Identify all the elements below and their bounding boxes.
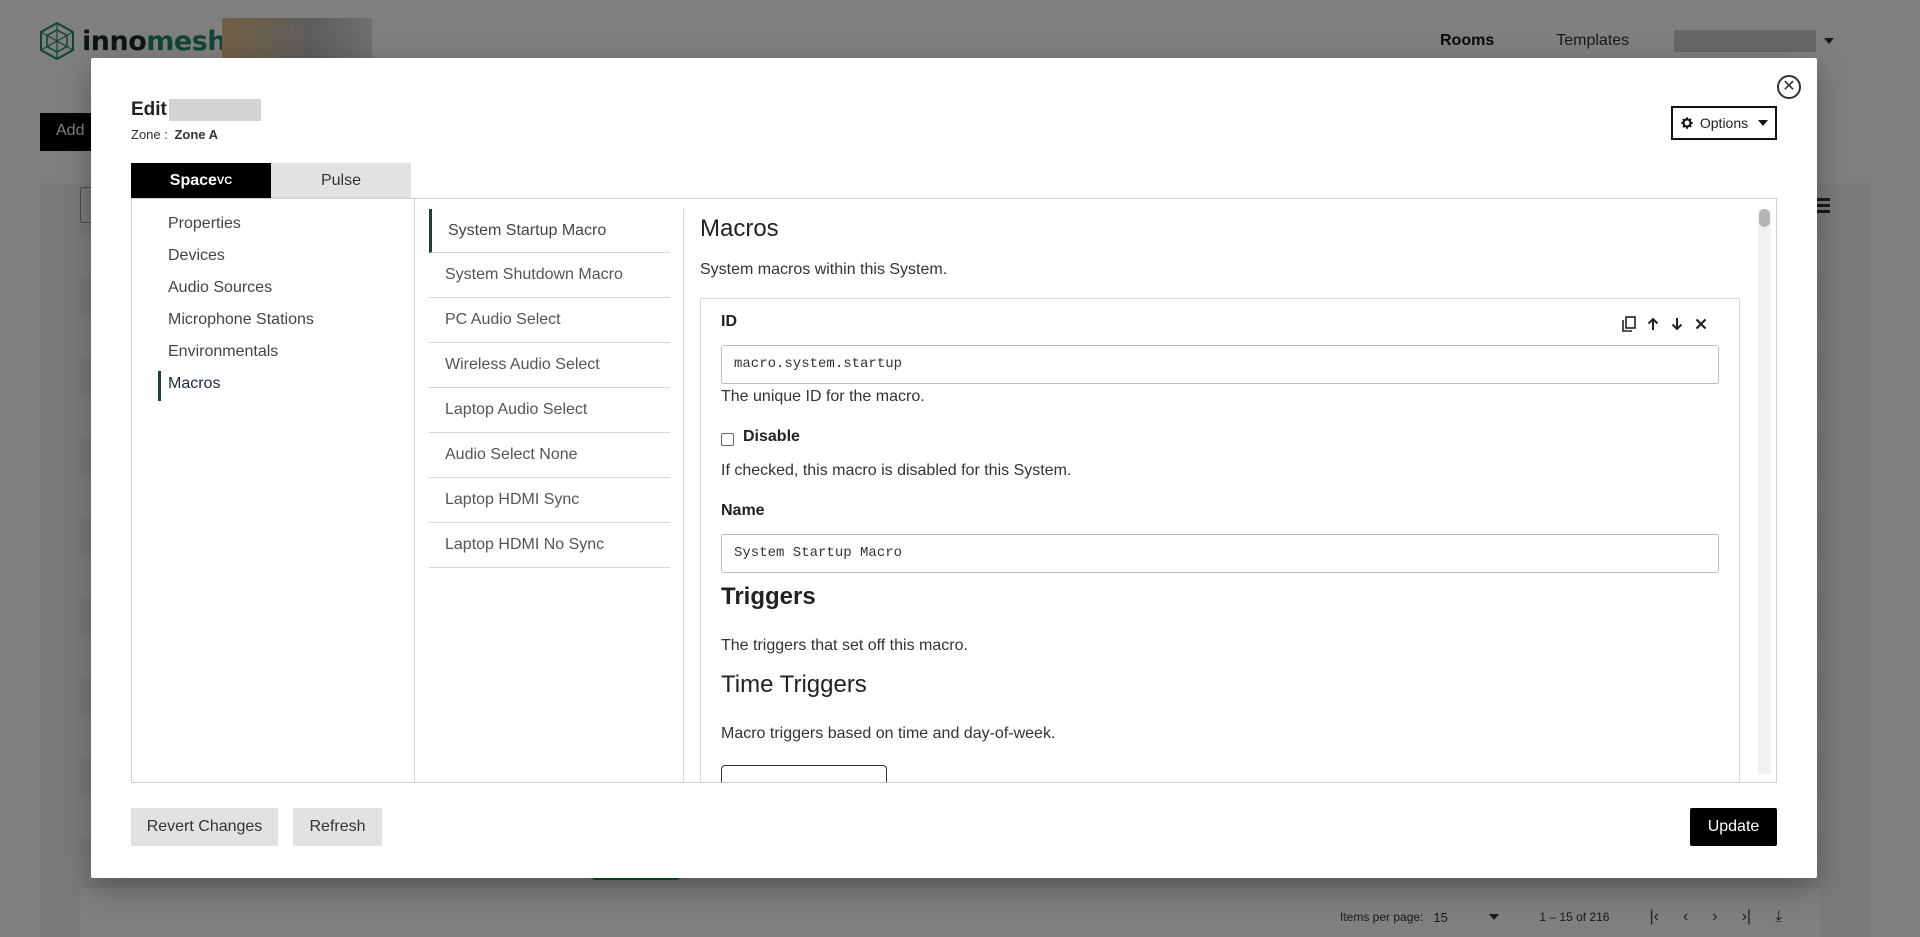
revert-changes-button[interactable]: Revert Changes <box>131 808 278 846</box>
nav-item-devices[interactable]: Devices <box>158 247 225 269</box>
nav-item-environmentals[interactable]: Environmentals <box>158 343 278 365</box>
move-down-icon[interactable] <box>1669 315 1685 333</box>
card-toolbar <box>1621 315 1709 333</box>
time-triggers-help: Macro triggers based on time and day-of-… <box>721 725 1056 742</box>
disable-help: If checked, this macro is disabled for t… <box>721 462 1072 479</box>
move-up-icon[interactable] <box>1645 315 1661 333</box>
triggers-heading: Triggers <box>721 583 816 610</box>
scrollbar-thumb[interactable] <box>1759 209 1770 227</box>
section-description: System macros within this System. <box>700 261 948 278</box>
zone-label: Zone : <box>131 127 168 142</box>
add-time-trigger-button[interactable] <box>721 765 887 782</box>
tab-spacevc[interactable]: Space VC <box>131 163 271 198</box>
time-triggers-heading: Time Triggers <box>721 671 867 698</box>
nav-item-properties[interactable]: Properties <box>158 215 241 237</box>
macro-item[interactable]: System Startup Macro <box>429 209 670 253</box>
zone-value: Zone A <box>174 127 219 142</box>
zone-info: Zone : Zone A <box>131 127 218 142</box>
editor-frame: Properties Devices Audio Sources Microph… <box>131 198 1777 783</box>
modal-title-text: Edit <box>131 99 167 120</box>
tab-pulse[interactable]: Pulse <box>271 163 411 198</box>
id-label: ID <box>721 313 737 330</box>
divider <box>683 209 684 782</box>
id-help: The unique ID for the macro. <box>721 388 925 405</box>
copy-icon[interactable] <box>1621 315 1637 333</box>
macro-item[interactable]: Audio Select None <box>429 433 670 478</box>
update-button[interactable]: Update <box>1690 808 1777 846</box>
name-field[interactable]: System Startup Macro <box>721 534 1719 573</box>
macro-item[interactable]: Laptop HDMI Sync <box>429 478 670 523</box>
room-name-redacted <box>168 99 261 121</box>
disable-checkbox[interactable] <box>721 433 734 446</box>
nav-item-macros[interactable]: Macros <box>158 371 220 401</box>
section-nav: Properties Devices Audio Sources Microph… <box>132 199 415 782</box>
nav-item-microphone-stations[interactable]: Microphone Stations <box>158 311 314 333</box>
macro-item[interactable]: Laptop HDMI No Sync <box>429 523 670 568</box>
disable-label: Disable <box>743 428 800 445</box>
id-field[interactable]: macro.system.startup <box>721 345 1719 384</box>
modal-title: Edit <box>131 99 261 121</box>
chevron-down-icon <box>1758 120 1769 126</box>
refresh-button[interactable]: Refresh <box>293 808 382 846</box>
macro-card: ID macro.system.startup The unique ID fo… <box>700 298 1740 782</box>
system-tabs: Space VC Pulse <box>131 163 411 198</box>
macro-item[interactable]: Wireless Audio Select <box>429 343 670 388</box>
macro-item[interactable]: Laptop Audio Select <box>429 388 670 433</box>
name-label: Name <box>721 502 765 519</box>
section-heading: Macros <box>700 215 779 242</box>
triggers-help: The triggers that set off this macro. <box>721 637 968 654</box>
macro-item[interactable]: PC Audio Select <box>429 298 670 343</box>
options-button[interactable]: Options <box>1671 106 1777 140</box>
options-label: Options <box>1699 115 1749 131</box>
close-icon[interactable]: ✕ <box>1777 75 1801 99</box>
nav-item-audio-sources[interactable]: Audio Sources <box>158 279 272 301</box>
gear-icon <box>1681 117 1693 129</box>
macro-editor: Macros System macros within this System.… <box>700 199 1758 782</box>
macro-list: System Startup Macro System Shutdown Mac… <box>429 209 670 568</box>
macro-item[interactable]: System Shutdown Macro <box>429 253 670 298</box>
content-scrollbar[interactable] <box>1758 209 1771 774</box>
delete-icon[interactable] <box>1693 315 1709 333</box>
